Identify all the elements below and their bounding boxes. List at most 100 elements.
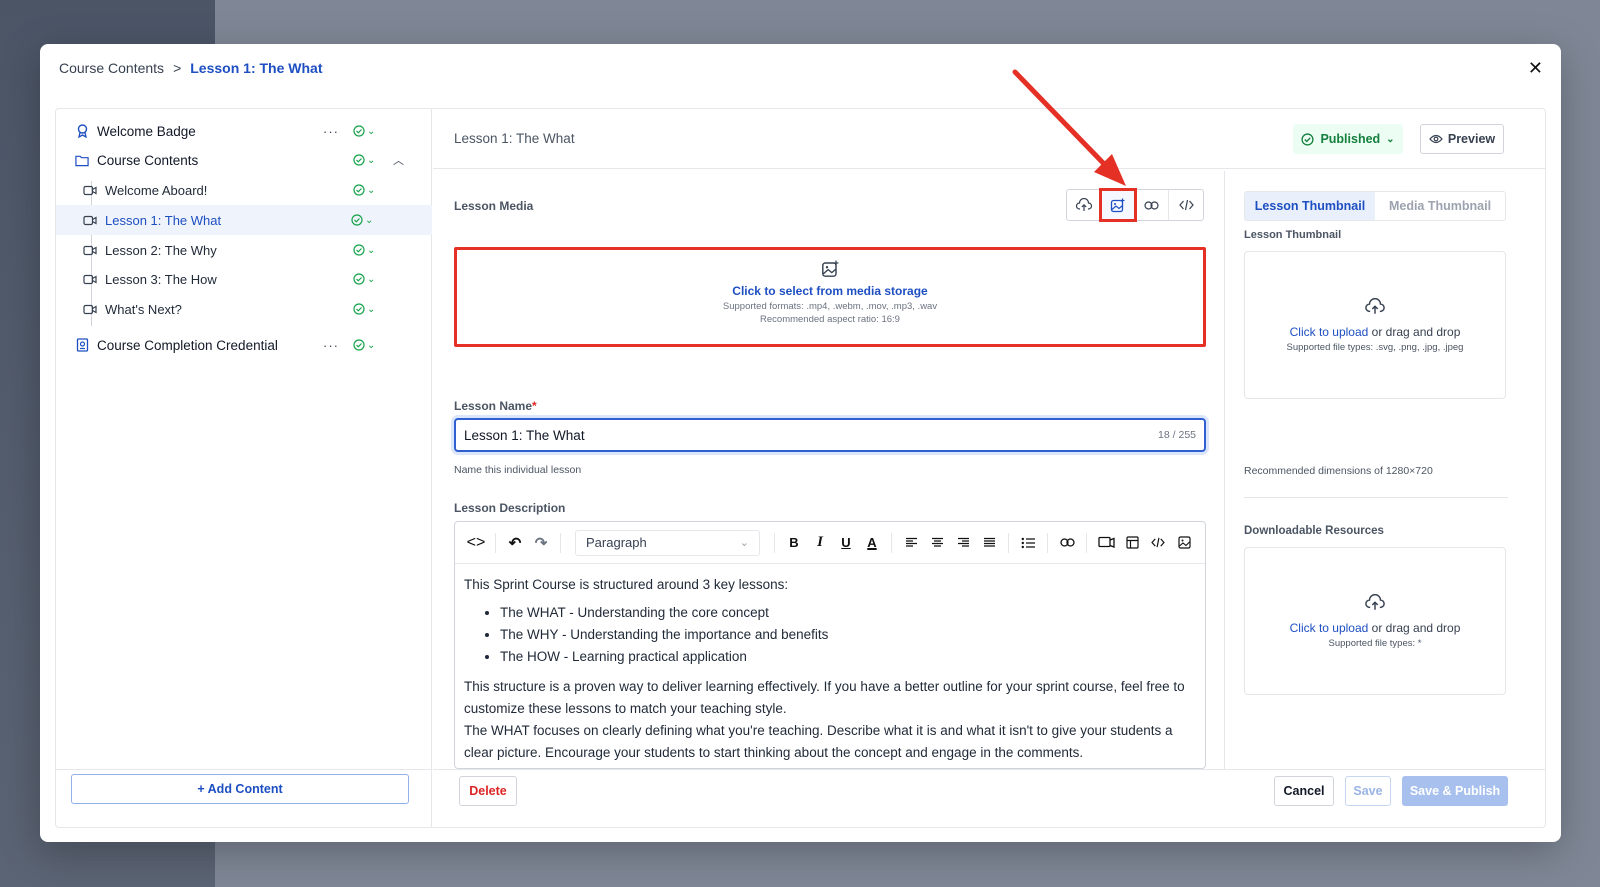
lesson-name-field[interactable]: Lesson 1: The What 18 / 255 xyxy=(454,418,1206,452)
bold-icon[interactable]: B xyxy=(781,530,807,556)
align-center-icon[interactable] xyxy=(924,530,950,556)
divider xyxy=(1047,532,1048,553)
redo-icon[interactable]: ↷ xyxy=(528,530,554,556)
status-dropdown[interactable]: ⌄ xyxy=(353,273,375,285)
select-media-link[interactable]: Click to select from media storage xyxy=(732,284,927,298)
sidebar-item-course-contents[interactable]: Course Contents ⌄ ︿ xyxy=(56,145,432,175)
chevron-down-icon: ⌄ xyxy=(367,303,376,315)
video-icon xyxy=(83,183,97,197)
close-icon[interactable]: ✕ xyxy=(1528,58,1543,79)
align-left-icon[interactable] xyxy=(898,530,924,556)
tab-media-thumbnail[interactable]: Media Thumbnail xyxy=(1375,192,1505,220)
preview-label: Preview xyxy=(1447,132,1496,146)
divider xyxy=(495,532,496,553)
save-button[interactable]: Save xyxy=(1345,776,1391,806)
description-intro: This Sprint Course is structured around … xyxy=(464,577,789,592)
content-sidebar: Welcome Badge ··· ⌄ Course Contents ⌄ ︿ … xyxy=(56,109,432,827)
lesson-header: Lesson 1: The What Published ⌄ Preview xyxy=(433,109,1545,169)
lesson-name-label: Lesson Name* xyxy=(454,399,537,413)
embed-media-icon[interactable] xyxy=(1093,530,1119,556)
media-storage-dropzone[interactable]: Click to select from media storage Suppo… xyxy=(454,247,1206,347)
italic-icon[interactable]: I xyxy=(807,530,833,556)
add-content-button[interactable]: + Add Content xyxy=(71,774,409,804)
text-color-icon[interactable]: A xyxy=(859,530,885,556)
sidebar-item-welcome-aboard[interactable]: Welcome Aboard! ⌄ xyxy=(56,175,432,205)
save-publish-button[interactable]: Save & Publish xyxy=(1402,776,1508,806)
recommended-dimensions: Recommended dimensions of 1280×720 xyxy=(1244,465,1433,477)
cancel-button[interactable]: Cancel xyxy=(1274,776,1334,806)
status-dropdown[interactable]: ⌄ xyxy=(353,244,375,256)
status-dropdown[interactable]: ⌄ xyxy=(353,303,375,315)
chevron-up-icon[interactable]: ︿ xyxy=(393,152,404,168)
thumbnail-upload-dropzone[interactable]: Click to upload or drag and drop Support… xyxy=(1244,251,1506,399)
chevron-down-icon: ⌄ xyxy=(367,125,376,137)
status-dropdown[interactable]: ⌄ xyxy=(351,214,373,226)
undo-icon[interactable]: ↶ xyxy=(502,530,528,556)
rich-text-editor[interactable]: <> ↶ ↷ Paragraph ⌄ B I U A This Sprint C… xyxy=(454,521,1206,769)
sidebar-item-lesson-1[interactable]: Lesson 1: The What ⌄ xyxy=(56,205,432,235)
status-dropdown[interactable]: ⌄ xyxy=(353,154,375,166)
divider xyxy=(560,532,561,553)
sidebar-item-label: Welcome Aboard! xyxy=(105,182,208,198)
page-title: Lesson 1: The What xyxy=(454,131,575,146)
lesson-name-help: Name this individual lesson xyxy=(454,464,582,476)
editor-content[interactable]: This Sprint Course is structured around … xyxy=(455,564,1205,768)
sidebar-item-label: Course Completion Credential xyxy=(97,337,278,353)
media-storage-icon[interactable] xyxy=(1099,188,1137,222)
credential-icon xyxy=(75,338,89,352)
sidebar-item-welcome-badge[interactable]: Welcome Badge ··· ⌄ xyxy=(56,116,432,146)
lesson-description-label: Lesson Description xyxy=(454,501,566,515)
chevron-down-icon: ⌄ xyxy=(365,214,374,226)
sidebar-item-lesson-3[interactable]: Lesson 3: The How ⌄ xyxy=(56,264,432,294)
click-to-upload-link[interactable]: Click to upload xyxy=(1290,325,1369,339)
block-style-select[interactable]: Paragraph ⌄ xyxy=(575,529,760,556)
thumbnail-file-types: Supported file types: .svg, .png, .jpg, … xyxy=(1286,341,1464,353)
status-dropdown[interactable]: ⌄ xyxy=(353,339,375,351)
delete-button[interactable]: Delete xyxy=(459,776,517,806)
status-dropdown[interactable]: ⌄ xyxy=(353,125,375,137)
breadcrumb-parent[interactable]: Course Contents xyxy=(59,60,164,76)
align-justify-icon[interactable] xyxy=(976,530,1002,556)
video-icon xyxy=(83,302,97,316)
sidebar-item-lesson-2[interactable]: Lesson 2: The Why ⌄ xyxy=(56,235,432,265)
block-style-value: Paragraph xyxy=(586,535,647,550)
underline-icon[interactable]: U xyxy=(833,530,859,556)
resources-upload-dropzone[interactable]: Click to upload or drag and drop Support… xyxy=(1244,547,1506,695)
description-list: The WHAT - Understanding the core concep… xyxy=(500,602,1196,668)
bullet-list-icon[interactable] xyxy=(1015,530,1041,556)
folder-icon xyxy=(75,153,89,167)
sidebar-item-label: Welcome Badge xyxy=(97,123,196,139)
more-icon[interactable]: ··· xyxy=(323,338,339,353)
media-storage-icon xyxy=(822,260,839,277)
chevron-down-icon: ⌄ xyxy=(367,184,376,196)
breadcrumb: Course Contents > Lesson 1: The What xyxy=(59,60,322,76)
upload-text: Click to upload or drag and drop xyxy=(1289,620,1461,635)
badge-icon xyxy=(75,124,89,138)
link-icon[interactable] xyxy=(1054,530,1080,556)
sidebar-item-whats-next[interactable]: What's Next? ⌄ xyxy=(56,294,432,324)
supported-formats: Supported formats: .mp4, .webm, .mov, .m… xyxy=(722,301,938,312)
thumbnail-panel: Lesson Thumbnail Media Thumbnail Lesson … xyxy=(1224,171,1544,769)
click-to-upload-link[interactable]: Click to upload xyxy=(1290,621,1369,635)
description-paragraph: This structure is a proven way to delive… xyxy=(464,679,1185,716)
more-icon[interactable]: ··· xyxy=(323,124,339,139)
media-source-toolbar xyxy=(1066,188,1204,222)
status-dropdown[interactable]: ⌄ xyxy=(353,184,375,196)
preview-button[interactable]: Preview xyxy=(1420,124,1504,154)
upload-text: Click to upload or drag and drop xyxy=(1289,324,1461,339)
breadcrumb-current: Lesson 1: The What xyxy=(190,60,323,76)
align-right-icon[interactable] xyxy=(950,530,976,556)
upload-icon xyxy=(1365,593,1385,610)
sidebar-item-credential[interactable]: Course Completion Credential ··· ⌄ xyxy=(56,330,432,360)
source-code-icon[interactable]: <> xyxy=(463,530,489,556)
status-published-dropdown[interactable]: Published ⌄ xyxy=(1293,124,1403,154)
link-icon[interactable] xyxy=(1135,190,1169,220)
chevron-down-icon: ⌄ xyxy=(367,339,376,351)
code-icon[interactable] xyxy=(1145,530,1171,556)
embed-code-icon[interactable] xyxy=(1169,190,1203,220)
image-icon[interactable] xyxy=(1171,530,1197,556)
tab-lesson-thumbnail[interactable]: Lesson Thumbnail xyxy=(1245,192,1375,220)
lesson-media-label: Lesson Media xyxy=(454,199,534,213)
upload-icon[interactable] xyxy=(1067,190,1101,220)
table-icon[interactable] xyxy=(1119,530,1145,556)
